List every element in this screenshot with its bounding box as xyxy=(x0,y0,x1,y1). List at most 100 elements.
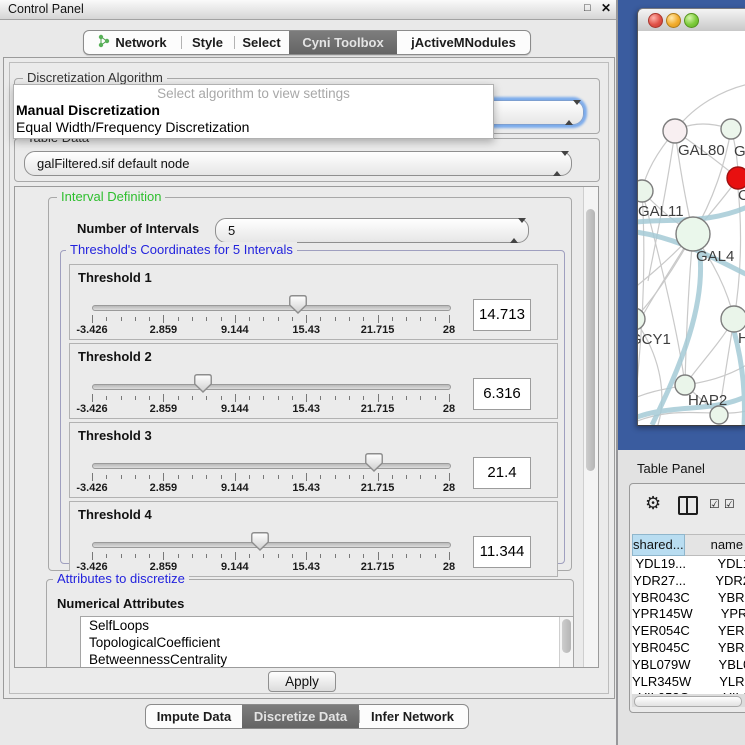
table-hscrollbar-thumb[interactable] xyxy=(634,696,742,707)
table-row[interactable]: YBL079WYBL0 xyxy=(632,657,745,674)
scale-label: -3.426 xyxy=(76,324,107,336)
list-scrollbar[interactable] xyxy=(559,617,573,668)
slider-track[interactable] xyxy=(92,463,451,469)
tab-infer-network[interactable]: Infer Network xyxy=(359,705,466,728)
table-cell[interactable]: YLR3 xyxy=(691,674,745,691)
table-cell[interactable]: YER0 xyxy=(690,623,745,640)
bottom-tab-bar: Impute Data Discretize Data Infer Networ… xyxy=(145,704,469,729)
close-traffic-light[interactable] xyxy=(648,13,663,28)
list-item[interactable]: TopologicalCoefficient xyxy=(81,634,573,651)
columns-icon[interactable] xyxy=(678,496,698,515)
tick-mark xyxy=(149,396,150,400)
network-canvas[interactable]: GAL80GALCGAL11GAL4GCY1HHAP2 xyxy=(638,31,745,425)
scale-label: -3.426 xyxy=(76,403,107,415)
settings-scrollbar[interactable] xyxy=(583,187,598,667)
tick-mark xyxy=(235,315,236,323)
checkbox-icon[interactable]: ☑ xyxy=(709,497,720,511)
table-cell[interactable]: YDL19... xyxy=(632,556,689,573)
slider-track[interactable] xyxy=(92,384,451,390)
threshold-value[interactable]: 6.316 xyxy=(473,378,531,410)
table-cell[interactable]: YER054C xyxy=(632,623,690,640)
gear-icon[interactable]: ⚙ xyxy=(645,493,661,514)
dropdown-option-manual[interactable]: Manual Discretization xyxy=(14,102,493,119)
table-cell[interactable]: YBR0 xyxy=(690,640,745,657)
network-node[interactable] xyxy=(638,180,653,202)
tab-impute-data[interactable]: Impute Data xyxy=(146,705,242,728)
close-icon[interactable]: ✕ xyxy=(601,1,611,15)
network-node[interactable] xyxy=(710,406,728,424)
network-node[interactable] xyxy=(638,308,645,330)
zoom-traffic-light[interactable] xyxy=(684,13,699,28)
table-cell[interactable]: YBL079W xyxy=(632,657,691,674)
tab-jactivemnodules[interactable]: jActiveMNodules xyxy=(397,31,530,54)
table-cell[interactable]: YDL1 xyxy=(689,556,745,573)
table-cell[interactable]: YBL0 xyxy=(691,657,745,674)
tab-discretize-data[interactable]: Discretize Data xyxy=(242,705,359,728)
slider-ticks xyxy=(92,552,449,561)
tick-mark xyxy=(435,475,436,479)
table-cell[interactable]: YBR045C xyxy=(632,640,690,657)
slider-thumb[interactable] xyxy=(251,532,269,551)
table-cell[interactable]: YDR27... xyxy=(632,573,687,590)
tick-mark xyxy=(435,396,436,400)
tick-mark xyxy=(92,394,93,402)
table-cell[interactable]: YLR345W xyxy=(632,674,691,691)
tick-mark xyxy=(92,315,93,323)
table-cell[interactable]: YPR145W xyxy=(632,606,693,623)
node-label: GAL11 xyxy=(638,203,684,220)
dropdown-option-equal-width[interactable]: Equal Width/Frequency Discretization xyxy=(14,119,493,136)
table-cell[interactable]: YPR1 xyxy=(693,606,745,623)
apply-button[interactable]: Apply xyxy=(268,671,336,692)
slider-thumb[interactable] xyxy=(289,295,307,314)
attributes-group: Attributes to discretize Numerical Attri… xyxy=(46,579,574,668)
num-intervals-combobox[interactable]: 5 xyxy=(215,218,529,243)
checkbox-icon[interactable]: ☑ xyxy=(724,497,735,511)
slider-thumb[interactable] xyxy=(365,453,383,472)
tab-style[interactable]: Style xyxy=(181,31,234,54)
table-header-row: shared... name xyxy=(632,534,745,556)
column-header-name[interactable]: name xyxy=(685,534,745,556)
table-row[interactable]: YPR145WYPR1 xyxy=(632,606,745,623)
tab-select[interactable]: Select xyxy=(234,31,289,54)
slider-track[interactable] xyxy=(92,542,451,548)
tick-mark xyxy=(420,317,421,321)
table-row[interactable]: YDL19...YDL1 xyxy=(632,556,745,573)
tab-network[interactable]: Network xyxy=(84,31,181,54)
tick-mark xyxy=(192,475,193,479)
list-scrollbar-thumb[interactable] xyxy=(562,619,571,653)
tick-mark xyxy=(278,475,279,479)
slider-track[interactable] xyxy=(92,305,451,311)
table-cell[interactable]: YBR043C xyxy=(632,590,690,607)
numerical-attributes-listbox: SelfLoopsTopologicalCoefficientBetweenne… xyxy=(80,616,574,668)
table-row[interactable]: YDR27...YDR2 xyxy=(632,573,745,590)
network-node[interactable] xyxy=(721,119,741,139)
threshold-value[interactable]: 14.713 xyxy=(473,299,531,331)
float-window-icon[interactable]: □ xyxy=(584,2,591,14)
network-node[interactable] xyxy=(676,217,710,251)
tab-cyni-toolbox[interactable]: Cyni Toolbox xyxy=(289,31,397,54)
network-node[interactable] xyxy=(663,119,687,143)
combo-arrows-icon xyxy=(510,223,519,238)
tick-mark xyxy=(178,475,179,479)
table-row[interactable]: YER054CYER0 xyxy=(632,623,745,640)
table-horizontal-scrollbar[interactable] xyxy=(632,694,745,707)
slider-thumb[interactable] xyxy=(194,374,212,393)
threshold-value[interactable]: 11.344 xyxy=(473,536,531,568)
table-row[interactable]: YBR043CYBR0 xyxy=(632,590,745,607)
table-row[interactable]: YLR345WYLR3 xyxy=(632,674,745,691)
table-cell[interactable]: YDR2 xyxy=(687,573,745,590)
threshold-value[interactable]: 21.4 xyxy=(473,457,531,489)
list-item[interactable]: BetweennessCentrality xyxy=(81,651,573,668)
tick-mark xyxy=(335,554,336,558)
settings-scrollbar-thumb[interactable] xyxy=(586,209,595,471)
tick-mark xyxy=(392,317,393,321)
list-item[interactable]: SelfLoops xyxy=(81,617,573,634)
table-row[interactable]: YBR045CYBR0 xyxy=(632,640,745,657)
network-node[interactable] xyxy=(721,306,745,332)
table-cell[interactable]: YBR0 xyxy=(690,590,745,607)
network-node[interactable] xyxy=(727,167,745,189)
table-data-combobox[interactable]: galFiltered.sif default node xyxy=(24,151,572,176)
column-header-shared-name[interactable]: shared... xyxy=(632,534,685,556)
minimize-traffic-light[interactable] xyxy=(666,13,681,28)
tick-mark xyxy=(249,396,250,400)
